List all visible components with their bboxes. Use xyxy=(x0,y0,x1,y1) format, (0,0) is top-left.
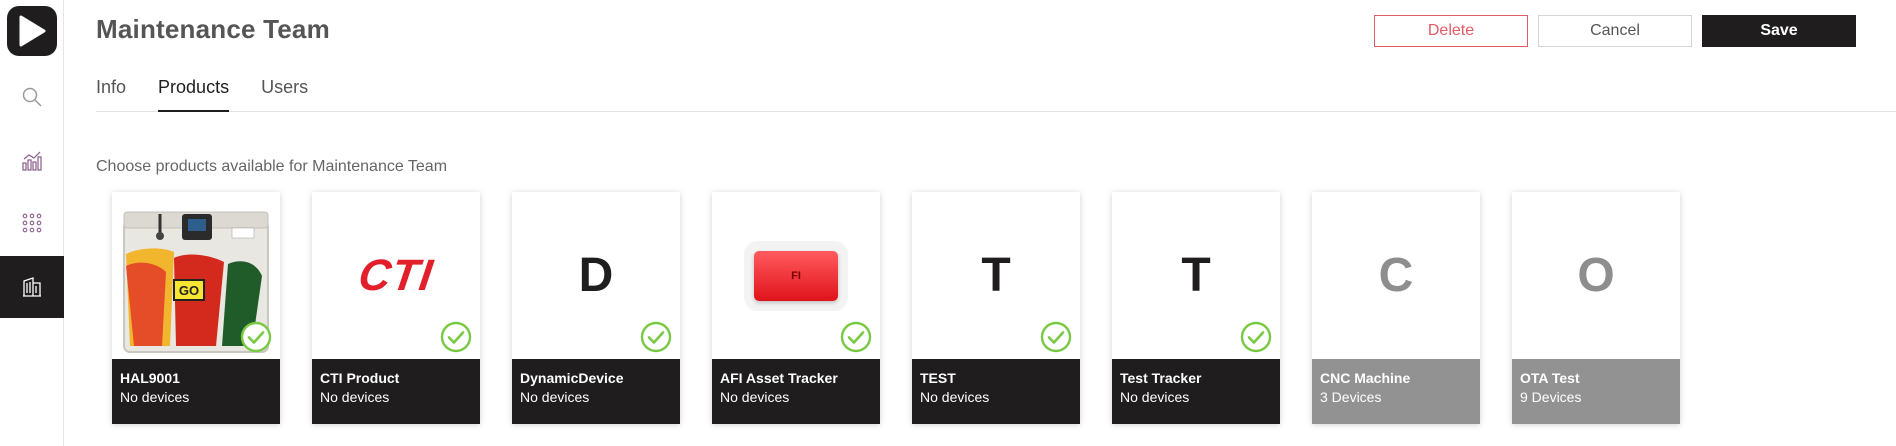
product-card-footer: OTA Test 9 Devices xyxy=(1512,359,1680,424)
product-card[interactable]: D DynamicDevice No devices xyxy=(512,192,680,424)
product-device-count: No devices xyxy=(920,389,990,405)
product-image: O xyxy=(1512,192,1680,359)
sidebar-item-analytics[interactable] xyxy=(0,130,64,192)
header-actions: Delete Cancel Save xyxy=(1374,15,1856,47)
product-card-footer: CTI Product No devices xyxy=(312,359,480,424)
product-card[interactable]: T TEST No devices xyxy=(912,192,1080,424)
tab-info[interactable]: Info xyxy=(96,76,126,112)
sidebar-item-search[interactable] xyxy=(0,66,64,128)
selected-check-icon[interactable] xyxy=(840,321,872,353)
product-card-footer: TEST No devices xyxy=(912,359,1080,424)
product-name: Test Tracker xyxy=(1120,370,1202,386)
product-name: HAL9001 xyxy=(120,370,180,386)
product-card-footer: HAL9001 No devices xyxy=(112,359,280,424)
analytics-icon xyxy=(22,151,42,171)
product-card[interactable]: FI AFI Asset Tracker No devices xyxy=(712,192,880,424)
product-card[interactable]: O OTA Test 9 Devices xyxy=(1512,192,1680,424)
product-initial: D xyxy=(578,249,614,302)
products-instructions: Choose products available for Maintenanc… xyxy=(96,158,448,175)
product-device-count: 9 Devices xyxy=(1520,389,1582,405)
product-card-footer: Test Tracker No devices xyxy=(1112,359,1280,424)
product-card[interactable]: T Test Tracker No devices xyxy=(1112,192,1280,424)
product-device-count: No devices xyxy=(520,389,590,405)
sidebar xyxy=(0,0,64,446)
tab-bar: Info Products Users xyxy=(96,76,1896,112)
product-name: OTA Test xyxy=(1520,370,1580,386)
selected-check-icon[interactable] xyxy=(240,321,272,353)
selected-check-icon[interactable] xyxy=(1240,321,1272,353)
product-initial: T xyxy=(1181,249,1211,302)
sidebar-item-apps[interactable] xyxy=(0,192,64,254)
product-card[interactable]: GO HAL9001 No devices xyxy=(112,192,280,424)
tracker-photo: FI xyxy=(754,250,838,301)
product-card-list: GO HAL9001 No devices CTI CTI Product No… xyxy=(112,192,1680,424)
main-content: Maintenance Team Delete Cancel Save Info… xyxy=(64,0,1896,446)
product-name: AFI Asset Tracker xyxy=(720,370,838,386)
sidebar-item-organization[interactable] xyxy=(0,256,64,318)
product-device-count: No devices xyxy=(320,389,390,405)
svg-text:GO: GO xyxy=(179,283,199,298)
organization-icon xyxy=(23,277,41,297)
product-device-count: No devices xyxy=(1120,389,1190,405)
tab-users[interactable]: Users xyxy=(261,76,308,112)
cti-logo: CTI xyxy=(355,250,437,300)
product-device-count: No devices xyxy=(120,389,190,405)
product-name: TEST xyxy=(920,370,956,386)
product-device-count: 3 Devices xyxy=(1320,389,1382,405)
product-initial: O xyxy=(1577,249,1615,302)
product-name: CNC Machine xyxy=(1320,370,1411,386)
product-card[interactable]: C CNC Machine 3 Devices xyxy=(1312,192,1480,424)
cancel-button[interactable]: Cancel xyxy=(1538,15,1692,47)
selected-check-icon[interactable] xyxy=(1040,321,1072,353)
product-device-count: No devices xyxy=(720,389,790,405)
page-title: Maintenance Team xyxy=(96,14,330,44)
search-icon xyxy=(22,87,42,107)
product-card[interactable]: CTI CTI Product No devices xyxy=(312,192,480,424)
selected-check-icon[interactable] xyxy=(640,321,672,353)
product-card-footer: CNC Machine 3 Devices xyxy=(1312,359,1480,424)
play-logo-icon xyxy=(19,15,46,47)
product-name: DynamicDevice xyxy=(520,370,624,386)
product-card-footer: AFI Asset Tracker No devices xyxy=(712,359,880,424)
apps-grid-icon xyxy=(22,213,42,233)
selected-check-icon[interactable] xyxy=(440,321,472,353)
delete-button[interactable]: Delete xyxy=(1374,15,1528,47)
app-logo[interactable] xyxy=(7,6,57,56)
product-initial: T xyxy=(981,249,1011,302)
product-image: C xyxy=(1312,192,1480,359)
product-initial: C xyxy=(1378,249,1414,302)
product-name: CTI Product xyxy=(320,370,400,386)
save-button[interactable]: Save xyxy=(1702,15,1856,47)
product-card-footer: DynamicDevice No devices xyxy=(512,359,680,424)
tab-products[interactable]: Products xyxy=(158,76,230,112)
